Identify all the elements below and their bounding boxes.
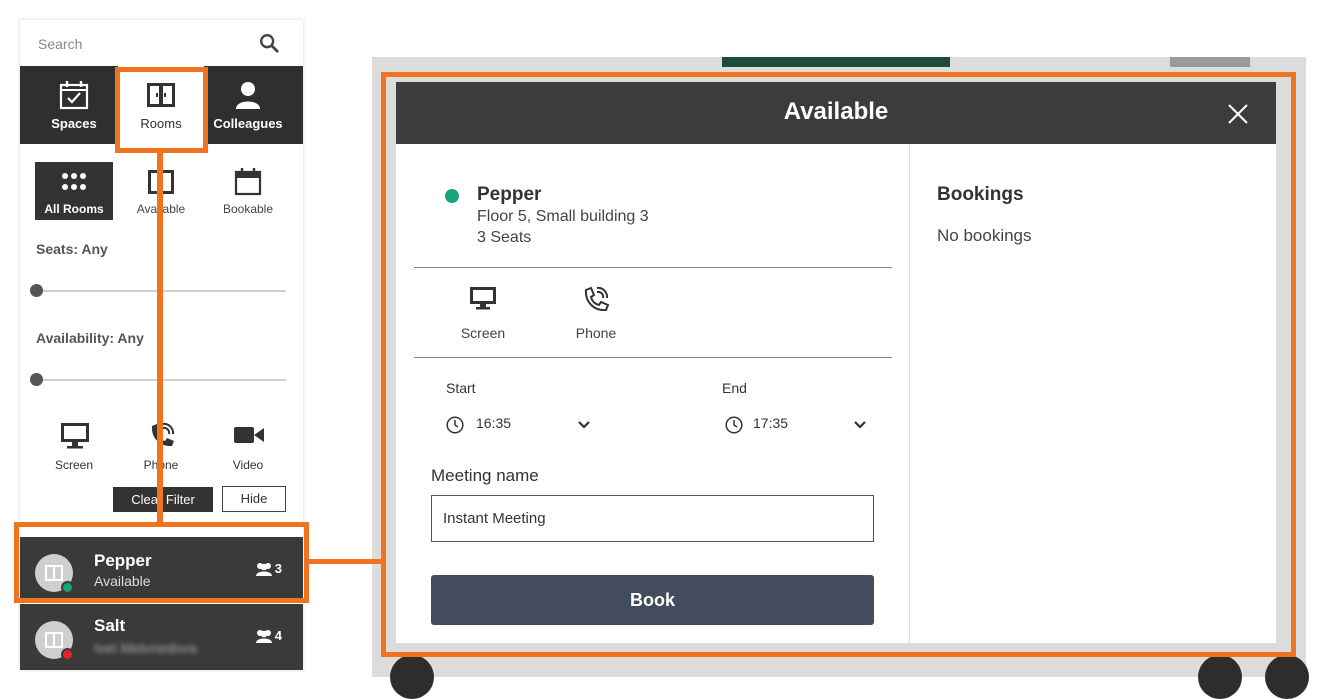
highlight-box-rooms-tab	[115, 67, 208, 153]
person-icon	[236, 82, 260, 109]
room-name: Salt	[94, 616, 126, 635]
monitor-icon	[61, 423, 89, 449]
tab-label: Spaces	[51, 116, 97, 131]
calendar-icon	[234, 168, 262, 196]
highlight-box-modal	[381, 72, 1296, 657]
search-input[interactable]: Search	[38, 36, 82, 52]
room-seats: 4	[255, 628, 282, 643]
room-status: Ivet Metvnedova	[94, 640, 197, 656]
seats-filter-label: Seats: Any	[36, 241, 108, 257]
filter-label: Video	[232, 458, 264, 472]
zoom-in-button[interactable]	[390, 655, 434, 699]
subtab-bookable[interactable]: Bookable	[209, 162, 287, 220]
availability-dot	[61, 648, 74, 661]
filter-label: Screen	[54, 458, 94, 472]
map-room-shape	[1170, 57, 1250, 67]
room-seat-count: 4	[274, 628, 282, 643]
highlight-connector	[157, 152, 163, 524]
availability-filter-label: Availability: Any	[36, 330, 144, 346]
rotate-button[interactable]	[1198, 655, 1242, 699]
tab-spaces[interactable]: Spaces	[31, 66, 117, 144]
filter-video[interactable]: Video	[205, 420, 291, 476]
tab-colleagues[interactable]: Colleagues	[205, 66, 291, 144]
highlight-box-room-row	[14, 522, 309, 603]
highlight-connector	[308, 559, 382, 564]
subtab-label: All Rooms	[44, 202, 104, 216]
subtab-label: Bookable	[222, 202, 274, 216]
tab-label: Colleagues	[213, 116, 283, 131]
people-icon	[255, 630, 272, 643]
search-bar[interactable]: Search	[20, 20, 303, 66]
seats-slider-handle[interactable]	[30, 284, 43, 297]
video-camera-icon	[234, 427, 264, 443]
clear-filter-button[interactable]: Clear Filter	[113, 487, 213, 512]
hide-button[interactable]: Hide	[222, 486, 286, 512]
calendar-check-icon	[59, 81, 89, 110]
refresh-button[interactable]	[1265, 655, 1309, 699]
subtab-all-rooms[interactable]: All Rooms	[35, 162, 113, 220]
map-room-shape	[722, 57, 950, 67]
room-list-item[interactable]: Salt Ivet Metvnedova 4	[20, 604, 303, 670]
availability-slider-handle[interactable]	[30, 373, 43, 386]
grid-dots-icon	[62, 173, 86, 190]
filter-screen[interactable]: Screen	[31, 420, 117, 476]
search-icon[interactable]	[258, 32, 280, 54]
